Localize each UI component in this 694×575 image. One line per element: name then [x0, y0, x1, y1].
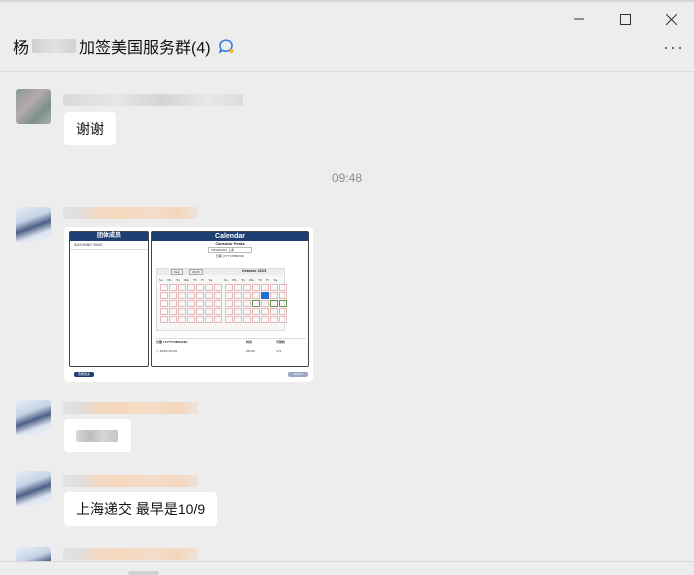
message-bubble[interactable]: 上海递交 最早是10/9: [64, 492, 218, 526]
chat-title-text: 加签美国服务群(4): [79, 40, 211, 57]
close-button[interactable]: [648, 10, 694, 28]
redacted-sender-name: [63, 548, 198, 560]
avatar[interactable]: [16, 89, 51, 124]
redacted-sender-name: [63, 475, 198, 487]
chat-title[interactable]: 杨 加签美国服务群(4): [13, 34, 235, 58]
screenshot-member-panel: 团体成员 XIAOYANG YANG: [69, 231, 149, 367]
message-bubble[interactable]: [64, 419, 131, 452]
window-top-border: [0, 0, 694, 2]
chat-header: 杨 加签美国服务群(4) ···: [0, 28, 694, 72]
window-controls: [556, 10, 694, 28]
screenshot-left-button: 查看更多: [74, 372, 94, 377]
screenshot-grid-right: [224, 283, 287, 323]
screenshot-submit-button: Submit: [288, 372, 308, 377]
redacted-sender-name: [63, 402, 198, 414]
screenshot-grid-left: [159, 283, 222, 323]
screenshot-consular-label: Consular Posts: [215, 242, 245, 246]
avatar[interactable]: [16, 400, 51, 435]
maximize-button[interactable]: [602, 10, 648, 28]
chat-bubble-icon[interactable]: [217, 37, 235, 55]
message-timestamp: 09:48: [331, 171, 363, 185]
screenshot-year-select: 2025: [189, 269, 203, 275]
maximize-icon: [619, 13, 631, 25]
avatar[interactable]: [16, 547, 51, 561]
minimize-icon: [574, 18, 584, 20]
screenshot-month-label: October 2025: [242, 269, 267, 273]
screenshot-post-select: SHANGHAI 上海: [208, 247, 252, 253]
redacted-name: [32, 39, 77, 53]
image-message[interactable]: 团体成员 XIAOYANG YANG Calendar Consular Pos…: [64, 227, 313, 382]
screenshot-calendar-title: Calendar: [152, 232, 308, 241]
screenshot-month-select: Sep: [171, 269, 183, 275]
redacted-sender-name: [63, 207, 198, 219]
screenshot-calendar-panel: Calendar Consular Posts SHANGHAI 上海 日期 (…: [151, 231, 309, 367]
chat-title-prefix: 杨: [13, 40, 30, 57]
close-icon: [665, 13, 677, 25]
resize-handle[interactable]: [128, 571, 159, 575]
screenshot-weekdays-left: Su Mo Tu We Th Fr Sa: [159, 278, 213, 282]
redacted-sender-name: [63, 94, 243, 106]
input-area-divider: [0, 561, 694, 575]
screenshot-weekdays-right: Su Mo Tu We Th Fr Sa: [224, 278, 278, 282]
screenshot-date-label: 日期 (YYYY/MM/DD): [215, 254, 245, 258]
avatar[interactable]: [16, 471, 51, 506]
avatar[interactable]: [16, 207, 51, 242]
more-options-button[interactable]: ···: [663, 38, 684, 56]
screenshot-member-name: XIAOYANG YANG: [70, 241, 148, 250]
minimize-button[interactable]: [556, 10, 602, 28]
screenshot-results-table: 日期 (YYYY/MM/DD) 时间 可预约 ○ 2025/10/09 08:0…: [156, 338, 306, 353]
screenshot-calendar: Sep 2025 October 2025 Su Mo Tu We Th Fr Sa Su M…: [156, 268, 287, 331]
redacted-message-text: [76, 429, 118, 442]
message-list[interactable]: 谢谢 09:48 团体成员 XIAOYANG YANG Calendar Con…: [0, 73, 694, 561]
screenshot-member-title: 团体成员: [70, 232, 148, 241]
screenshot-calendar-header: Sep 2025 October 2025: [157, 269, 284, 275]
message-bubble[interactable]: 谢谢: [64, 112, 116, 145]
